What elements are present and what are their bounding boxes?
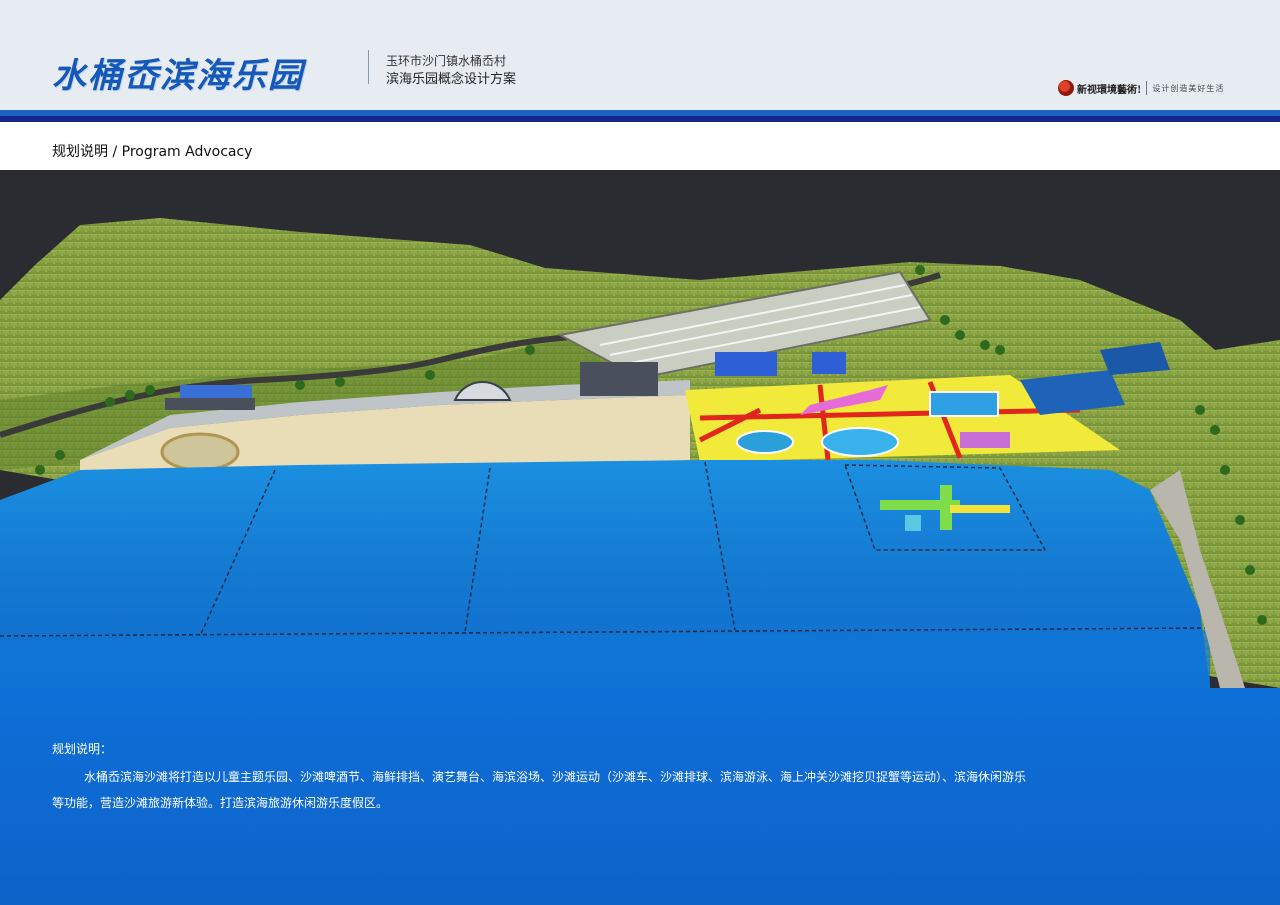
pool-round bbox=[821, 427, 899, 457]
sea-lower bbox=[0, 630, 1210, 688]
brand-slogan: 设计创造美好生活 bbox=[1152, 83, 1225, 93]
description-panel: 规划说明： 水桶岙滨海沙滩将打造以儿童主题乐园、沙滩啤酒节、海鲜排挡、演艺舞台、… bbox=[0, 688, 1280, 905]
section-title: 规划说明 / Program Advocacy bbox=[52, 144, 253, 160]
plan-name: 滨海乐园概念设计方案 bbox=[386, 72, 517, 87]
site-plan-illustration bbox=[0, 218, 1280, 688]
title-divider bbox=[368, 50, 369, 84]
site-plan-rendering bbox=[0, 170, 1280, 688]
pool-blue bbox=[929, 391, 999, 417]
header: 水桶岙滨海乐园 玉环市沙门镇水桶岙村 滨海乐园概念设计方案 新视環境藝術! 设计… bbox=[0, 0, 1280, 110]
location-text: 玉环市沙门镇水桶岙村 bbox=[386, 54, 507, 68]
page-title: 水桶岙滨海乐园 bbox=[52, 56, 304, 96]
description-heading: 规划说明： bbox=[52, 742, 113, 756]
brand-divider bbox=[1146, 81, 1148, 95]
header-rule-navy bbox=[0, 116, 1280, 122]
brand-name: 新视環境藝術! bbox=[1077, 84, 1142, 96]
brand-mark-icon bbox=[1058, 80, 1074, 96]
pool-round-2 bbox=[736, 430, 794, 454]
beach-plaza bbox=[160, 432, 240, 472]
brand-logo: 新视環境藝術! 设计创造美好生活 bbox=[1058, 79, 1224, 97]
slide-platform bbox=[960, 432, 1010, 448]
description-body: 水桶岙滨海沙滩将打造以儿童主题乐园、沙滩啤酒节、海鲜排挡、演艺舞台、海滨浴场、沙… bbox=[52, 770, 1027, 810]
